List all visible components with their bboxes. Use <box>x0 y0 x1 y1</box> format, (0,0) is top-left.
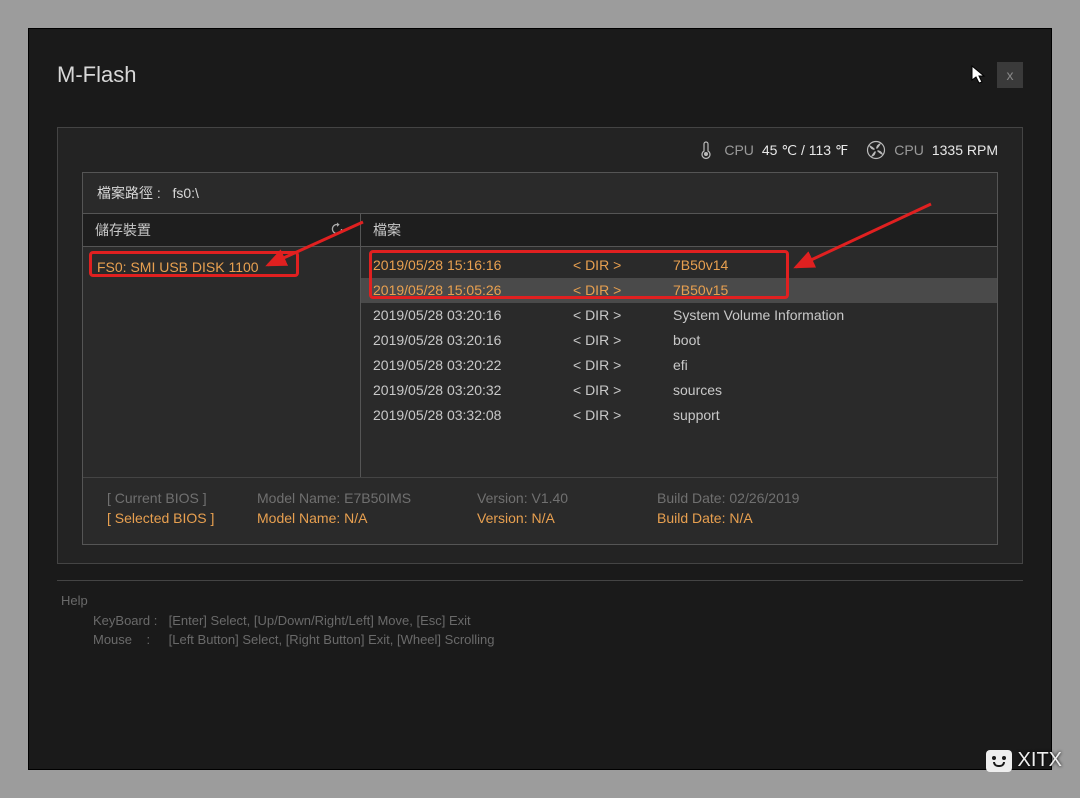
file-type: < DIR > <box>573 305 673 326</box>
file-name: efi <box>673 355 985 376</box>
close-button[interactable]: x <box>997 62 1023 88</box>
bios-info: [ Current BIOS ] Model Name: E7B50IMS Ve… <box>83 477 997 544</box>
selected-build: Build Date: N/A <box>657 510 973 526</box>
refresh-button[interactable] <box>326 222 348 239</box>
file-type: < DIR > <box>573 405 673 426</box>
storage-header-label: 儲存裝置 <box>95 220 151 240</box>
help-section: Help KeyBoard : [Enter] Select, [Up/Down… <box>57 580 1023 668</box>
fan-icon <box>866 140 886 160</box>
file-date: 2019/05/28 03:32:08 <box>373 405 573 426</box>
files-header: 檔案 <box>361 213 997 247</box>
help-title: Help <box>57 591 1023 611</box>
file-row[interactable]: 2019/05/28 03:20:32< DIR >sources <box>361 378 997 403</box>
current-build: Build Date: 02/26/2019 <box>657 490 973 506</box>
status-bar: CPU 45 ℃ / 113 ℉ CPU 1335 RPM <box>58 128 1022 172</box>
mouse-cursor-icon <box>971 65 989 85</box>
mflash-window: M-Flash x CPU 45 ℃ / 113 ℉ CPU <box>28 28 1052 770</box>
browser-columns: 儲存裝置 FS0: SMI USB DISK 1100 <box>83 213 997 477</box>
cpu-fan-stat: CPU 1335 RPM <box>866 140 998 160</box>
file-date: 2019/05/28 03:20:32 <box>373 380 573 401</box>
cpu-temp-stat: CPU 45 ℃ / 113 ℉ <box>696 140 848 160</box>
file-date: 2019/05/28 15:05:26 <box>373 280 573 301</box>
files-column: 檔案 2019/05/28 15:16:16< DIR >7B50v142019… <box>361 213 997 477</box>
file-name: support <box>673 405 985 426</box>
cpu-fan-value: 1335 RPM <box>932 142 998 158</box>
file-row[interactable]: 2019/05/28 03:20:16< DIR >boot <box>361 328 997 353</box>
file-browser: 檔案路徑 : fs0:\ 儲存裝置 FS0: SMI USB DISK 11 <box>82 172 998 545</box>
file-row[interactable]: 2019/05/28 03:20:16< DIR >System Volume … <box>361 303 997 328</box>
current-bios-label: [ Current BIOS ] <box>107 490 257 506</box>
file-name: boot <box>673 330 985 351</box>
help-mouse: Mouse : [Left Button] Select, [Right But… <box>57 630 1023 650</box>
file-name: sources <box>673 380 985 401</box>
file-date: 2019/05/28 15:16:16 <box>373 255 573 276</box>
path-row: 檔案路徑 : fs0:\ <box>83 173 997 213</box>
cpu-temp-value: 45 ℃ / 113 ℉ <box>762 142 848 159</box>
file-type: < DIR > <box>573 280 673 301</box>
current-version: Version: V1.40 <box>477 490 657 506</box>
storage-column: 儲存裝置 FS0: SMI USB DISK 1100 <box>83 213 361 477</box>
storage-header: 儲存裝置 <box>83 213 361 247</box>
path-value: fs0:\ <box>172 185 198 201</box>
file-date: 2019/05/28 03:20:16 <box>373 330 573 351</box>
file-name: 7B50v14 <box>673 255 985 276</box>
file-row[interactable]: 2019/05/28 15:05:26< DIR >7B50v15 <box>361 278 997 303</box>
device-list: FS0: SMI USB DISK 1100 <box>83 247 361 477</box>
watermark-text: XITX <box>1018 749 1062 772</box>
device-item[interactable]: FS0: SMI USB DISK 1100 <box>83 253 360 281</box>
cpu-temp-label: CPU <box>724 142 754 158</box>
file-type: < DIR > <box>573 380 673 401</box>
watermark-icon <box>986 750 1012 772</box>
file-name: System Volume Information <box>673 305 985 326</box>
file-type: < DIR > <box>573 330 673 351</box>
file-type: < DIR > <box>573 355 673 376</box>
file-date: 2019/05/28 03:20:22 <box>373 355 573 376</box>
main-panel: CPU 45 ℃ / 113 ℉ CPU 1335 RPM 檔案路徑 : fs0… <box>57 127 1023 564</box>
file-list: 2019/05/28 15:16:16< DIR >7B50v142019/05… <box>361 247 997 477</box>
file-date: 2019/05/28 03:20:16 <box>373 305 573 326</box>
file-row[interactable]: 2019/05/28 15:16:16< DIR >7B50v14 <box>361 253 997 278</box>
path-label: 檔案路徑 : <box>97 185 161 201</box>
watermark: XITX <box>986 749 1062 772</box>
cpu-fan-label: CPU <box>894 142 924 158</box>
titlebar-controls: x <box>971 62 1023 88</box>
selected-bios-label: [ Selected BIOS ] <box>107 510 257 526</box>
selected-model: Model Name: N/A <box>257 510 477 526</box>
files-header-label: 檔案 <box>373 220 401 240</box>
help-keyboard: KeyBoard : [Enter] Select, [Up/Down/Righ… <box>57 611 1023 631</box>
window-title: M-Flash <box>57 62 136 88</box>
titlebar: M-Flash x <box>29 29 1051 99</box>
current-model: Model Name: E7B50IMS <box>257 490 477 506</box>
file-row[interactable]: 2019/05/28 03:20:22< DIR >efi <box>361 353 997 378</box>
thermometer-icon <box>696 140 716 160</box>
selected-version: Version: N/A <box>477 510 657 526</box>
file-name: 7B50v15 <box>673 280 985 301</box>
file-type: < DIR > <box>573 255 673 276</box>
file-row[interactable]: 2019/05/28 03:32:08< DIR >support <box>361 403 997 428</box>
